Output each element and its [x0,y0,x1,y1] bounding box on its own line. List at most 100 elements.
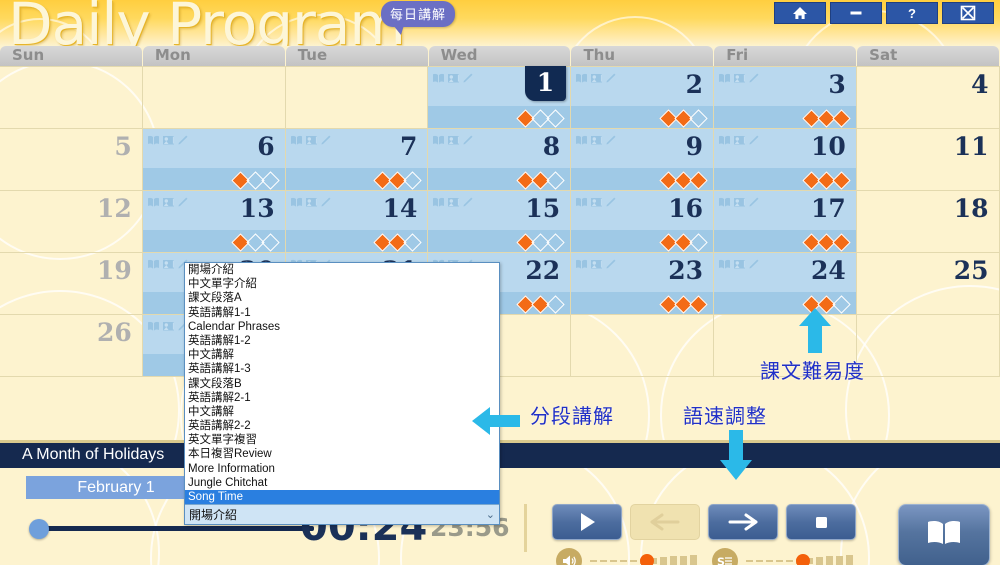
segment-list-item[interactable]: 英語講解1-3 [185,362,499,376]
volume-icon[interactable] [556,548,582,565]
speed-track[interactable] [746,554,853,565]
calendar-day-16[interactable]: 16 [571,191,714,253]
day-media-icons [575,197,617,208]
segment-list-item[interactable]: 課文段落B [185,377,499,391]
calendar-day-empty [142,67,286,129]
slider-handle[interactable] [796,554,810,565]
day-number: 25 [953,256,989,285]
calendar-day-10[interactable]: 10 [713,129,857,191]
day-media-icons [147,135,189,146]
difficulty-diamond [546,171,565,190]
calendar-week: 5 6 7 8 9 10 11 [0,129,1000,191]
segment-list-item[interactable]: 中文講解 [185,348,499,362]
day-number: 9 [685,132,703,161]
calendar-day-11[interactable]: 11 [856,129,1000,191]
help-icon: ? [908,5,916,21]
segment-list-item[interactable]: 英語講解2-1 [185,391,499,405]
calendar-day-empty [285,67,429,129]
speed-annotation-label: 語速調整 [683,404,767,428]
difficulty-indicator [802,171,851,190]
calendar-day-1[interactable]: 1 [428,66,572,129]
calendar-day-empty [856,315,1000,377]
arrow-right-icon [728,512,758,532]
slider-handle[interactable] [640,554,654,565]
calendar-day-17[interactable]: 17 [713,191,857,253]
calendar-day-5[interactable]: 5 [0,129,143,191]
calendar-day-14[interactable]: 14 [285,191,429,253]
calendar-day-6[interactable]: 6 [142,129,286,191]
segment-list-item[interactable]: 英語講解1-1 [185,306,499,320]
calendar-day-26[interactable]: 26 [0,315,143,377]
calendar-day-7[interactable]: 7 [285,129,429,191]
day-header-tue: Tue [285,46,428,66]
segment-dropdown[interactable]: 開場介紹 中文單字介紹 課文段落A 英語講解1-1 Calendar Phrases 英語… [184,262,500,526]
calendar-day-18[interactable]: 18 [856,191,1000,253]
difficulty-indicator [659,295,708,314]
difficulty-diamond [260,171,280,190]
minimize-icon [847,8,865,18]
calendar-day-25[interactable]: 25 [856,253,1000,315]
segment-list-item[interactable]: 開場介紹 [185,263,499,277]
day-header-fri: Fri [714,46,857,66]
day-number: 4 [971,70,989,99]
segment-list-item[interactable]: More Information [185,462,499,476]
speed-slider-row: S [712,548,853,565]
segment-list-item[interactable]: 課文段落A [185,291,499,305]
segment-combo-box[interactable]: 開場介紹 ⌄ [185,504,499,525]
slider-tick [670,556,677,565]
calendar-day-2[interactable]: 2 [571,67,714,129]
day-media-icons [718,259,760,270]
segment-list-item[interactable]: 中文講解 [185,405,499,419]
stop-button[interactable] [786,504,856,540]
volume-slider-row [556,548,697,565]
calendar-day-15[interactable]: 15 [428,191,572,253]
day-media-icons [432,73,474,84]
lesson-title: A Month of Holidays [22,446,165,463]
calendar-day-4[interactable]: 4 [856,67,1000,129]
book-button[interactable] [898,504,990,565]
seek-handle[interactable] [29,519,50,539]
difficulty-diamond [403,233,423,252]
day-media-icons [575,73,617,84]
speed-icon[interactable]: S [712,548,738,565]
stop-icon [811,512,831,532]
difficulty-indicator [659,233,708,252]
play-button[interactable] [552,504,622,540]
home-button[interactable] [774,2,826,24]
slider-tick [746,560,753,562]
help-button[interactable]: ? [886,2,938,24]
day-number: 5 [114,132,132,161]
day-media-icons [432,135,474,146]
seek-track[interactable] [34,526,314,531]
segment-list-item[interactable]: 中文單字介紹 [185,277,499,291]
segment-list-item[interactable]: 英文單字複習 [185,433,499,447]
calendar-day-3[interactable]: 3 [713,67,857,129]
calendar-day-19[interactable]: 19 [0,253,143,315]
calendar-day-24[interactable]: 24 [713,253,857,315]
slider-tick [680,555,687,565]
calendar-day-13[interactable]: 13 [142,191,286,253]
minimize-button[interactable] [830,2,882,24]
segment-list-item[interactable]: Song Time [185,490,499,505]
segment-list-item[interactable]: Calendar Phrases [185,320,499,334]
volume-track[interactable] [590,554,697,565]
day-media-icons [432,197,474,208]
segment-list-item[interactable]: 英語講解2-2 [185,419,499,433]
segment-dropdown-list[interactable]: 開場介紹 中文單字介紹 課文段落A 英語講解1-1 Calendar Phrases 英語… [185,263,499,505]
close-button[interactable] [942,2,994,24]
day-number: 18 [953,194,989,223]
day-number: 14 [382,194,418,223]
difficulty-diamond [403,171,423,190]
segment-list-item[interactable]: Jungle Chitchat [185,476,499,490]
previous-button[interactable] [630,504,700,540]
segment-list-item[interactable]: 英語講解1-2 [185,334,499,348]
calendar-week: 12 13 14 15 16 17 18 [0,191,1000,253]
calendar-day-8[interactable]: 8 [428,129,572,191]
daily-lecture-badge: 每日講解 [381,1,456,35]
next-button[interactable] [708,504,778,540]
calendar-day-12[interactable]: 12 [0,191,143,253]
difficulty-diamond [546,109,565,128]
segment-list-item[interactable]: 本日複習Review [185,447,499,461]
calendar-day-23[interactable]: 23 [571,253,714,315]
calendar-day-9[interactable]: 9 [571,129,714,191]
